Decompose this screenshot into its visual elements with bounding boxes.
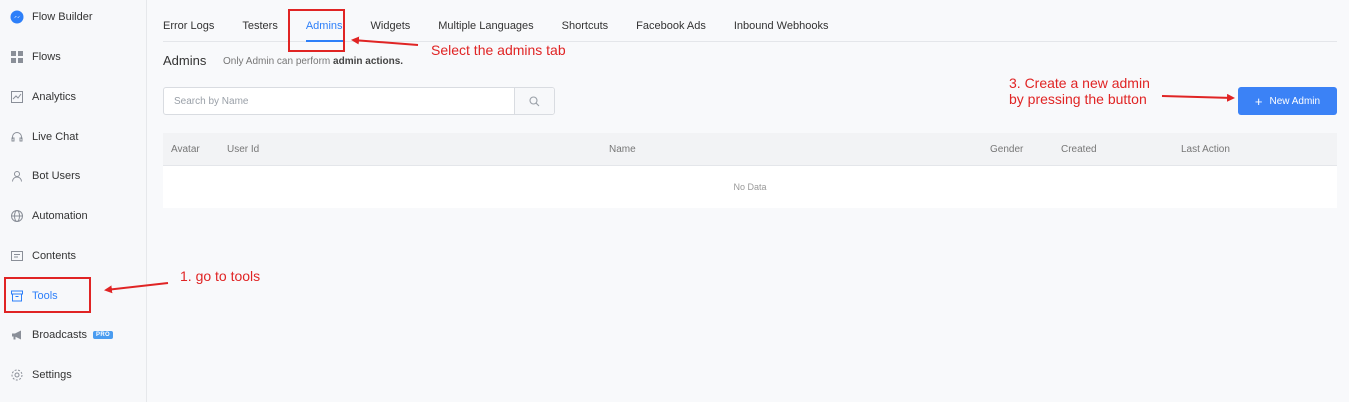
annotation-step2: Select the admins tab — [431, 42, 566, 58]
sidebar-item-contents[interactable]: Contents — [0, 236, 147, 276]
document-icon — [10, 249, 24, 263]
user-icon — [10, 169, 24, 183]
sidebar-item-live-chat[interactable]: Live Chat — [0, 117, 147, 157]
tab-testers[interactable]: Testers — [242, 10, 277, 41]
messenger-icon — [10, 10, 24, 24]
grid-icon — [10, 50, 24, 64]
sidebar-item-analytics[interactable]: Analytics — [0, 77, 147, 117]
main-content: Error Logs Testers Admins Widgets Multip… — [147, 0, 1349, 402]
tab-widgets[interactable]: Widgets — [371, 10, 411, 41]
tab-shortcuts[interactable]: Shortcuts — [562, 10, 608, 41]
sidebar-item-label: Flow Builder — [32, 11, 93, 23]
tab-multiple-languages[interactable]: Multiple Languages — [438, 10, 533, 41]
tab-inbound-webhooks[interactable]: Inbound Webhooks — [734, 10, 829, 41]
sidebar-item-label: Analytics — [32, 91, 77, 103]
admins-table: Avatar User Id Name Gender Created Last … — [163, 133, 1337, 208]
sidebar-item-settings[interactable]: Settings — [0, 355, 147, 395]
sidebar-item-label: Contents — [32, 250, 77, 262]
sidebar-item-label: Automation — [32, 210, 88, 222]
tab-facebook-ads[interactable]: Facebook Ads — [636, 10, 706, 41]
sidebar-item-label: Bot Users — [32, 170, 81, 182]
sidebar-item-label: Settings — [32, 369, 72, 381]
search-input[interactable] — [164, 88, 514, 114]
sidebar-item-label: Broadcasts — [32, 329, 88, 341]
globe-icon — [10, 209, 24, 223]
page-subtitle-text: Only Admin can perform — [223, 56, 331, 67]
column-header-user-id: User Id — [227, 144, 260, 155]
table-header: Avatar User Id Name Gender Created Last … — [163, 133, 1337, 166]
table-empty-state: No Data — [163, 166, 1337, 208]
annotation-step3-line2: by pressing the button — [1009, 91, 1147, 107]
headset-icon — [10, 130, 24, 144]
new-admin-label: New Admin — [1269, 95, 1321, 107]
annotation-step1: 1. go to tools — [180, 268, 261, 284]
annotation-box-admins — [288, 9, 345, 52]
search-icon — [529, 95, 540, 106]
column-header-created: Created — [1061, 144, 1097, 155]
megaphone-icon — [10, 328, 24, 342]
search-button[interactable] — [514, 88, 554, 114]
tab-error-logs[interactable]: Error Logs — [163, 10, 214, 41]
new-admin-button[interactable]: + New Admin — [1238, 87, 1337, 115]
sidebar: Flow Builder Flows Analytics Live Chat B… — [0, 0, 147, 402]
annotation-box-tools — [4, 277, 91, 313]
page-title: Admins — [163, 53, 207, 68]
gear-icon — [10, 368, 24, 382]
sidebar-item-flow-builder[interactable]: Flow Builder — [0, 0, 147, 37]
chart-icon — [10, 90, 24, 104]
page-subtitle: Only Admin can perform admin actions. — [223, 56, 403, 67]
column-header-gender: Gender — [990, 144, 1024, 155]
sidebar-item-flows[interactable]: Flows — [0, 37, 147, 77]
sidebar-item-label: Flows — [32, 51, 61, 63]
search-box — [163, 87, 555, 115]
sidebar-item-label: Live Chat — [32, 131, 79, 143]
plus-icon: + — [1254, 93, 1263, 109]
annotation-step3-line1: 3. Create a new admin — [1009, 75, 1150, 91]
column-header-last-action: Last Action — [1181, 144, 1230, 155]
sidebar-item-broadcasts[interactable]: Broadcasts PRO — [0, 315, 147, 355]
sidebar-item-automation[interactable]: Automation — [0, 196, 147, 236]
sidebar-item-bot-users[interactable]: Bot Users — [0, 156, 147, 196]
no-data-text: No Data — [733, 182, 767, 192]
column-header-avatar: Avatar — [171, 144, 200, 155]
pro-badge: PRO — [93, 331, 113, 339]
annotation-step3: 3. Create a new admin by pressing the bu… — [1009, 75, 1150, 107]
column-header-name: Name — [609, 144, 636, 155]
page-subtitle-bold: admin actions. — [333, 56, 404, 67]
